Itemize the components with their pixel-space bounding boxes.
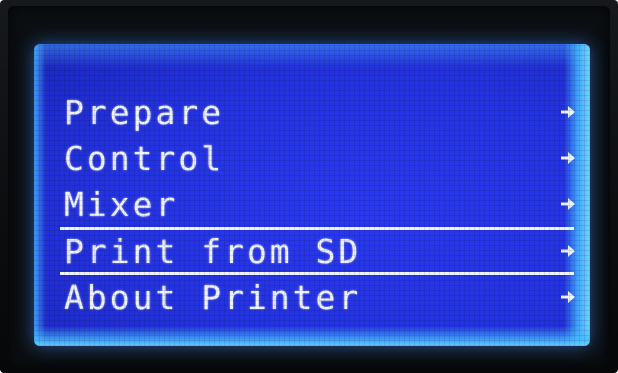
printer-display-photo: Prepare Control Mixer Print from SD Abou… bbox=[0, 0, 618, 373]
selection-line-top bbox=[60, 227, 574, 230]
menu-item-label: Prepare bbox=[64, 93, 225, 132]
menu-item-label: About Printer bbox=[64, 278, 362, 317]
menu-item-print-from-sd[interactable]: Print from SD bbox=[60, 227, 580, 275]
menu-item-mixer[interactable]: Mixer bbox=[60, 182, 580, 228]
right-arrow-icon bbox=[561, 106, 575, 118]
lcd-backlight-glow-left bbox=[34, 44, 46, 346]
lcd-backlight-glow-top bbox=[34, 44, 590, 68]
lcd-screen: Prepare Control Mixer Print from SD Abou… bbox=[34, 44, 590, 346]
right-arrow-icon bbox=[561, 198, 575, 210]
menu-item-about-printer[interactable]: About Printer bbox=[60, 275, 580, 321]
menu-item-control[interactable]: Control bbox=[60, 136, 580, 182]
right-arrow-icon bbox=[561, 152, 575, 164]
lcd-backlight-glow-bottom bbox=[34, 326, 590, 346]
right-arrow-icon bbox=[561, 245, 575, 257]
menu-item-prepare[interactable]: Prepare bbox=[60, 90, 580, 136]
right-arrow-icon bbox=[561, 291, 575, 303]
menu-item-label: Control bbox=[64, 139, 225, 178]
menu-item-label: Mixer bbox=[64, 185, 179, 224]
main-menu: Prepare Control Mixer Print from SD Abou… bbox=[60, 90, 580, 320]
menu-item-label: Print from SD bbox=[64, 232, 362, 271]
